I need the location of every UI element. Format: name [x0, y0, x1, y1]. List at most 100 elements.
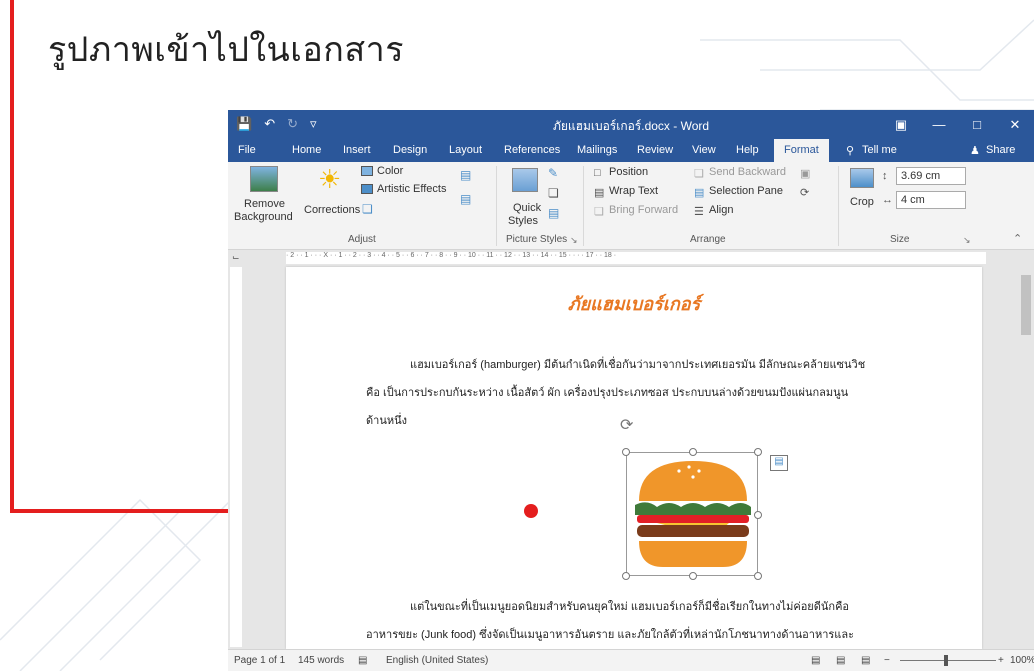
share-button[interactable]: Share — [986, 144, 1015, 156]
corrections-icon[interactable]: ☀ — [318, 164, 341, 195]
zoom-level[interactable]: 100% — [1010, 655, 1034, 666]
reset-picture-icon[interactable]: ▤ — [460, 192, 471, 206]
web-layout-icon[interactable]: ▤ — [861, 655, 870, 666]
scrollbar-thumb[interactable] — [1021, 275, 1031, 335]
color-icon[interactable] — [361, 166, 373, 176]
remove-background-icon[interactable] — [250, 166, 278, 192]
remove-background-label-2[interactable]: Background — [234, 211, 293, 223]
tab-review[interactable]: Review — [637, 144, 673, 156]
height-field[interactable]: 3.69 cm — [896, 167, 966, 185]
artistic-effects-button[interactable]: Artistic Effects — [377, 183, 446, 195]
minimize-icon[interactable]: — — [920, 110, 958, 139]
word-count[interactable]: 145 words — [298, 655, 344, 666]
paragraph-1-line-2: คือ เป็นการประกบกันระหว่าง เนื้อสัตว์ ผั… — [366, 387, 849, 399]
document-page[interactable]: ภัยแฮมเบอร์เกอร์ แฮมเบอร์เกอร์ (hamburge… — [286, 267, 982, 649]
tab-layout[interactable]: Layout — [449, 144, 482, 156]
divider — [583, 166, 584, 246]
resize-handle[interactable] — [754, 572, 762, 580]
width-field[interactable]: 4 cm — [896, 191, 966, 209]
align-button[interactable]: Align — [709, 204, 733, 216]
title-bar: 💾 ↶ ↻ ▿ ภัยแฮมเบอร์เกอร์.docx - Word ▣ —… — [228, 110, 1034, 139]
zoom-out-icon[interactable]: − — [884, 655, 890, 666]
color-button[interactable]: Color — [377, 165, 403, 177]
zoom-slider[interactable] — [900, 660, 996, 661]
crop-icon[interactable] — [850, 168, 874, 188]
rotate-handle-icon[interactable]: ⟳ — [620, 415, 633, 435]
quick-styles-label-1[interactable]: Quick — [513, 202, 541, 214]
tab-help[interactable]: Help — [736, 144, 759, 156]
picture-effects-icon[interactable]: ❏ — [548, 186, 559, 200]
resize-handle[interactable] — [754, 448, 762, 456]
quick-styles-icon[interactable] — [512, 168, 538, 192]
bring-forward-button[interactable]: Bring Forward — [609, 204, 678, 216]
selection-pane-icon[interactable]: ▤ — [694, 186, 704, 199]
layout-options-icon[interactable]: ▤ — [770, 455, 788, 471]
close-icon[interactable]: ✕ — [996, 110, 1034, 139]
window-controls: ▣ — □ ✕ — [882, 110, 1034, 139]
tab-mailings[interactable]: Mailings — [577, 144, 617, 156]
print-layout-icon[interactable]: ▤ — [836, 655, 845, 666]
artistic-effects-icon[interactable] — [361, 184, 373, 194]
vertical-ruler[interactable] — [230, 267, 242, 647]
collapse-ribbon-icon[interactable]: ⌃ — [1013, 232, 1022, 245]
wrap-text-button[interactable]: Wrap Text — [609, 185, 658, 197]
word-window: 💾 ↶ ↻ ▿ ภัยแฮมเบอร์เกอร์.docx - Word ▣ —… — [228, 110, 1034, 671]
vertical-scrollbar[interactable] — [1018, 267, 1034, 649]
rotate-icon[interactable]: ⟳ — [800, 186, 809, 199]
picture-layout-icon[interactable]: ▤ — [548, 206, 559, 220]
callout-dot — [524, 504, 538, 518]
resize-handle[interactable] — [689, 572, 697, 580]
maximize-icon[interactable]: □ — [958, 110, 996, 139]
picture-styles-launcher-icon[interactable]: ↘ — [570, 235, 578, 246]
align-icon[interactable]: ☰ — [694, 205, 704, 218]
selection-pane-button[interactable]: Selection Pane — [709, 185, 783, 197]
tab-file[interactable]: File — [238, 144, 256, 156]
remove-background-label-1[interactable]: Remove — [244, 198, 285, 210]
tab-selector-icon[interactable]: ⌙ — [232, 252, 240, 263]
compress-pictures-icon[interactable]: ▤ — [460, 168, 471, 182]
tab-design[interactable]: Design — [393, 144, 427, 156]
tell-me-icon[interactable]: ⚲ — [846, 144, 854, 157]
tab-insert[interactable]: Insert — [343, 144, 371, 156]
group-icon[interactable]: ▣ — [800, 167, 810, 180]
tab-references[interactable]: References — [504, 144, 560, 156]
resize-handle[interactable] — [754, 511, 762, 519]
resize-handle[interactable] — [689, 448, 697, 456]
position-button[interactable]: Position — [609, 166, 648, 178]
paragraph-1-line-1: แฮมเบอร์เกอร์ (hamburger) มีต้นกำเนิดที่… — [410, 359, 866, 371]
language[interactable]: English (United States) — [386, 655, 488, 666]
shape-height-icon: ↕ — [882, 170, 888, 182]
status-bar: Page 1 of 1 145 words ▤ English (United … — [228, 649, 1034, 671]
picture-border-icon[interactable]: ✎ — [548, 166, 558, 180]
zoom-slider-thumb[interactable] — [944, 655, 948, 666]
crop-button[interactable]: Crop — [850, 196, 874, 208]
zoom-in-icon[interactable]: + — [998, 655, 1004, 666]
size-launcher-icon[interactable]: ↘ — [963, 235, 971, 246]
ribbon-display-icon[interactable]: ▣ — [882, 110, 920, 139]
position-icon[interactable]: □ — [594, 167, 601, 179]
quick-styles-label-2[interactable]: Styles — [508, 215, 538, 227]
horizontal-ruler[interactable]: · 2 · · 1 · · · X · · 1 · · 2 · · 3 · · … — [286, 252, 986, 264]
read-mode-icon[interactable]: ▤ — [811, 655, 820, 666]
tab-view[interactable]: View — [692, 144, 716, 156]
tell-me-box[interactable]: Tell me — [862, 144, 897, 156]
send-backward-button[interactable]: Send Backward — [709, 166, 786, 178]
wrap-text-icon[interactable]: ▤ — [594, 186, 604, 199]
paragraph-1-line-3: ด้านหนึ่ง — [366, 415, 407, 427]
selected-picture-frame[interactable] — [622, 448, 762, 580]
ribbon-tabs: File Home Insert Design Layout Reference… — [228, 139, 1034, 162]
send-backward-icon[interactable]: ❏ — [694, 167, 704, 180]
corrections-button[interactable]: Corrections — [304, 204, 360, 216]
tab-format[interactable]: Format — [774, 139, 829, 162]
proofing-icon[interactable]: ▤ — [358, 655, 367, 666]
paragraph-2-line-2: อาหารขยะ (Junk food) ซึ่งจัดเป็นเมนูอาหา… — [366, 629, 855, 641]
resize-handle[interactable] — [622, 572, 630, 580]
paragraph-2-line-1: แต่ในขณะที่เป็นเมนูยอดนิยมสำหรับคนยุคใหม… — [410, 601, 850, 613]
bring-forward-icon[interactable]: ❏ — [594, 205, 604, 218]
tab-home[interactable]: Home — [292, 144, 321, 156]
share-icon[interactable]: ♟ — [970, 144, 980, 157]
resize-handle[interactable] — [622, 448, 630, 456]
divider — [838, 166, 839, 246]
change-picture-icon[interactable]: ❏ — [362, 202, 373, 216]
page-count[interactable]: Page 1 of 1 — [234, 655, 285, 666]
